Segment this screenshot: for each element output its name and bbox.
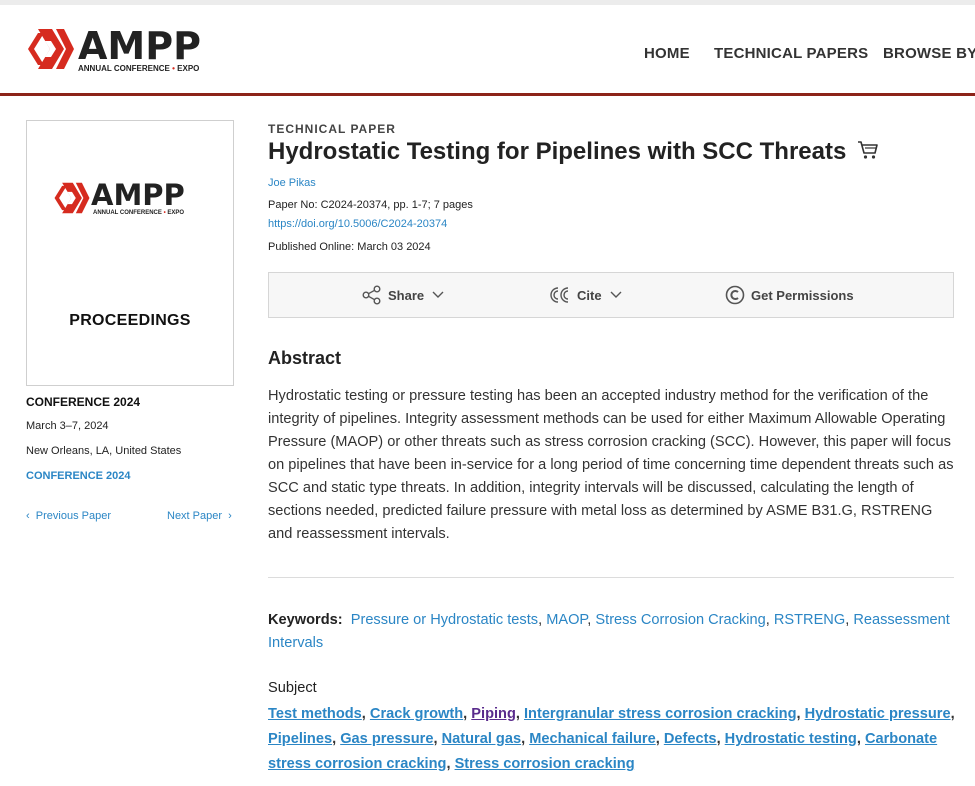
subject-link[interactable]: Gas pressure [340,731,433,747]
subject-link[interactable]: Mechanical failure [529,731,656,747]
subject-link[interactable]: Crack growth [370,706,463,722]
subject-link[interactable]: Intergranular stress corrosion cracking [524,706,797,722]
next-paper-label: Next Paper [167,510,223,522]
chevron-down-icon [432,291,444,298]
ampp-logo-mark-icon [28,29,74,69]
share-icon [362,285,381,305]
cover-logo-mark-icon [54,182,90,214]
subject-link[interactable]: Defects [664,731,717,747]
subject-label: Subject [268,680,317,696]
cover-logo-subtitle: ANNUAL CONFERENCE • EXPO [93,210,185,216]
cite-label: Cite [577,287,602,303]
keyword-link[interactable]: RSTRENG [774,612,845,628]
ampp-logo[interactable]: AMPP ANNUAL CONFERENCE • EXPO [26,24,226,77]
cover-proceedings-label: PROCEEDINGS [69,312,191,329]
subject-link[interactable]: Stress corrosion cracking [455,756,635,772]
abstract-heading: Abstract [268,348,342,368]
share-button[interactable]: Share [362,273,444,317]
subject-link[interactable]: Piping [471,706,516,722]
paper-number: Paper No: C2024-20374, pp. 1-7; 7 pages [268,199,473,211]
cover-logo-wordmark: AMPP [91,178,185,212]
proceedings-cover[interactable]: AMPP ANNUAL CONFERENCE • EXPO PROCEEDING… [26,120,234,386]
subject-link[interactable]: Pipelines [268,731,332,747]
keywords-label: Keywords: [268,612,343,628]
get-permissions-label: Get Permissions [751,287,854,303]
chevron-down-icon [610,291,622,298]
subject-list: Test methods, Crack growth, Piping, Inte… [268,706,955,772]
subject-link[interactable]: Natural gas [442,731,521,747]
abstract-text: Hydrostatic testing or pressure testing … [268,388,954,542]
subject-link[interactable]: Hydrostatic testing [725,731,857,747]
doi-link[interactable]: https://doi.org/10.5006/C2024-20374 [268,218,447,230]
chevron-left-icon: ‹ [26,510,30,522]
logo-subtitle: ANNUAL CONFERENCE • EXPO [78,64,200,73]
keyword-link[interactable]: Pressure or Hydrostatic tests [351,612,538,628]
site-header: AMPP ANNUAL CONFERENCE • EXPO HOME TECHN… [0,5,975,96]
paper-title-text: Hydrostatic Testing for Pipelines with S… [268,138,847,165]
keyword-link[interactable]: Stress Corrosion Cracking [595,612,765,628]
author-link[interactable]: Joe Pikas [268,177,316,189]
copyright-icon [725,285,745,305]
subject-link[interactable]: Test methods [268,706,362,722]
published-date: Published Online: March 03 2024 [268,241,431,253]
conference-dates: March 3–7, 2024 [26,420,109,432]
subject-link[interactable]: Hydrostatic pressure [805,706,951,722]
cart-icon[interactable] [857,139,879,167]
cover-ampp-logo: AMPP ANNUAL CONFERENCE • EXPO [53,178,223,221]
keyword-link[interactable]: MAOP [546,612,587,628]
conference-link[interactable]: CONFERENCE 2024 [26,470,131,482]
logo-wordmark: AMPP [78,24,201,68]
get-permissions-button[interactable]: Get Permissions [725,273,854,317]
nav-technical-papers[interactable]: TECHNICAL PAPERS [714,45,868,62]
next-paper-link[interactable]: Next Paper › [167,510,232,522]
conference-location: New Orleans, LA, United States [26,445,182,457]
previous-paper-link[interactable]: ‹ Previous Paper [26,510,111,522]
paper-title: Hydrostatic Testing for Pipelines with S… [268,138,879,167]
keywords-section: Keywords: Pressure or Hydrostatic tests,… [268,612,950,651]
article-action-bar: Share Cite Get Permissions [268,272,954,318]
previous-paper-label: Previous Paper [35,510,112,522]
cite-button[interactable]: Cite [549,273,622,317]
share-label: Share [388,287,425,303]
chevron-right-icon: › [228,510,232,522]
nav-browse-by[interactable]: BROWSE BY [883,45,975,62]
nav-home[interactable]: HOME [644,45,690,62]
paper-type-label: TECHNICAL PAPER [268,122,396,136]
conference-name: CONFERENCE 2024 [26,395,141,409]
quote-icon [550,287,569,303]
section-divider [268,577,954,578]
